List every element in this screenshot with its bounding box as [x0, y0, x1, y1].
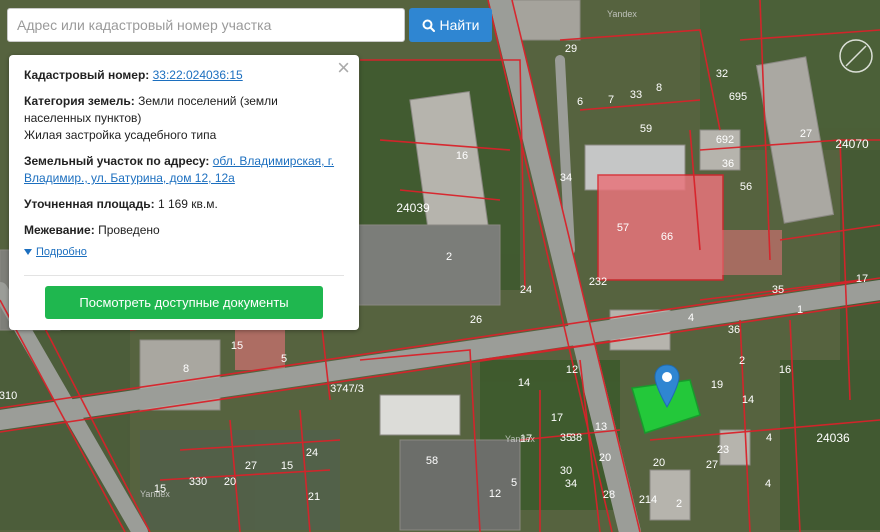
map-label: 310: [0, 390, 17, 402]
parcel-info-panel: × Кадастровый номер: 33:22:024036:15 Кат…: [9, 55, 359, 330]
map-label: 2: [446, 251, 452, 263]
yandex-watermark: Yandex: [607, 9, 637, 19]
yandex-watermark: Yandex: [505, 434, 535, 444]
cadastral-number-link[interactable]: 33:22:024036:15: [153, 68, 243, 82]
map-label: 24036: [816, 431, 850, 445]
map-label: 1: [797, 304, 803, 316]
map-label: 27: [800, 128, 812, 140]
map-label: 692: [716, 134, 734, 146]
map-label: 20: [224, 476, 236, 488]
close-icon[interactable]: ×: [337, 57, 350, 79]
map-label: 4: [688, 312, 694, 324]
map-label: 36: [722, 158, 734, 170]
map-label: 36: [728, 324, 740, 336]
map-label: 35: [772, 284, 784, 296]
survey-value: Проведено: [98, 223, 160, 237]
location-pin-icon[interactable]: [654, 364, 680, 408]
map-label: 20: [653, 457, 665, 469]
address-row: Земельный участок по адресу: обл. Владим…: [24, 153, 344, 187]
map-label: 5: [511, 477, 517, 489]
map-label: 24039: [396, 201, 430, 215]
map-label: 66: [661, 231, 673, 243]
map-label: 27: [245, 460, 257, 472]
map-label: 8: [656, 82, 662, 94]
map-label: 24: [306, 447, 318, 459]
map-label: 56: [740, 181, 752, 193]
map-label: 12: [566, 364, 578, 376]
map-label: 34: [565, 478, 577, 490]
caret-down-icon: [24, 249, 32, 255]
search-icon: [422, 19, 435, 32]
map-label: 24070: [835, 137, 869, 151]
map-label: 330: [189, 476, 207, 488]
map-label: 16: [779, 364, 791, 376]
search-button[interactable]: Найти: [409, 8, 492, 42]
map-label: 5: [281, 353, 287, 365]
map-label: 17: [551, 412, 563, 424]
map-label: 58: [426, 455, 438, 467]
map-label: 2: [739, 355, 745, 367]
cadastral-number-row: Кадастровый номер: 33:22:024036:15: [24, 67, 344, 84]
map-label: 34: [560, 172, 572, 184]
map-label: 12: [489, 488, 501, 500]
cadastral-label: Кадастровый номер:: [24, 68, 150, 82]
map-label: 24: [520, 284, 532, 296]
details-toggle[interactable]: Подробно: [24, 246, 344, 258]
yandex-watermark: Yandex: [140, 489, 170, 499]
area-label: Уточненная площадь:: [24, 197, 155, 211]
map-label: 32: [716, 68, 728, 80]
map-label: 14: [742, 394, 754, 406]
map-label: 13: [595, 421, 607, 433]
map-label: 20: [599, 452, 611, 464]
category-label: Категория земель:: [24, 94, 135, 108]
map-label: 4: [766, 432, 772, 444]
map-label: 8: [183, 363, 189, 375]
map-label: 7: [608, 94, 614, 106]
address-label: Земельный участок по адресу:: [24, 154, 210, 168]
map-label: 14: [518, 377, 530, 389]
map-label: 29: [565, 43, 577, 55]
map-label: 26: [470, 314, 482, 326]
map-label: 59: [640, 123, 652, 135]
map-label: 57: [617, 222, 629, 234]
area-value: 1 169 кв.м.: [157, 197, 218, 211]
map-label: 2: [676, 498, 682, 510]
land-category-row: Категория земель: Земли поселений (земли…: [24, 93, 344, 144]
map-label: 30: [560, 465, 572, 477]
map-label: 23: [717, 444, 729, 456]
search-button-label: Найти: [439, 17, 480, 33]
area-row: Уточненная площадь: 1 169 кв.м.: [24, 196, 344, 213]
view-documents-button[interactable]: Посмотреть доступные документы: [45, 286, 323, 319]
survey-label: Межевание:: [24, 223, 95, 237]
divider: [24, 275, 344, 276]
survey-row: Межевание: Проведено: [24, 222, 344, 239]
map-label: 21: [308, 491, 320, 503]
map-label: 33: [630, 89, 642, 101]
map-label: 16: [456, 150, 468, 162]
map-label: 3747/3: [330, 383, 364, 395]
search-input[interactable]: [7, 8, 405, 42]
map-label: 17: [856, 273, 868, 285]
map-label: 214: [639, 494, 657, 506]
map-label: 19: [711, 379, 723, 391]
map-label: 15: [281, 460, 293, 472]
map-label: 15: [231, 340, 243, 352]
details-label: Подробно: [36, 246, 87, 258]
highlight-building-annex: [722, 230, 782, 275]
map-label: 35: [560, 432, 572, 444]
map-label: 28: [603, 489, 615, 501]
category-value-2: Жилая застройка усадебного типа: [24, 128, 217, 142]
map-label: 695: [729, 91, 747, 103]
map-label: 27: [706, 459, 718, 471]
map-label: 232: [589, 276, 607, 288]
map-label: 6: [577, 96, 583, 108]
map-label: 4: [765, 478, 771, 490]
